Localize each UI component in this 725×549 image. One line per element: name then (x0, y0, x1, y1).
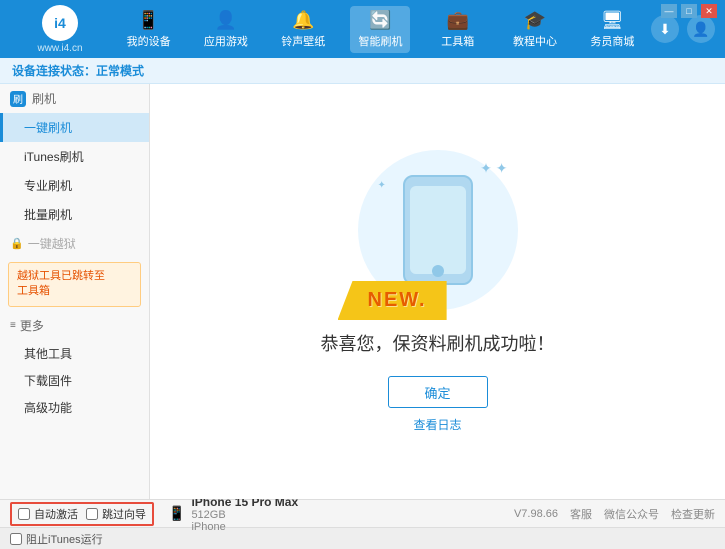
bottom-bar: 自动激活 跳过向导 📱 iPhone 15 Pro Max 512GB iPho… (0, 499, 725, 527)
check-update-button[interactable]: 检查更新 (671, 506, 715, 522)
logo-icon: i4 (42, 5, 78, 41)
log-link[interactable]: 查看日志 (413, 416, 461, 433)
phone-screen (410, 186, 466, 274)
version-label: V7.98.66 (514, 508, 558, 520)
sidebar-item-advanced[interactable]: 高级功能 (0, 394, 149, 421)
sidebar-item-one-click-flash[interactable]: 一键刷机 (0, 113, 149, 142)
status-mode: 正常模式 (96, 64, 144, 78)
nav-items: 📱 我的设备 👤 应用游戏 🔔 铃声壁纸 🔄 智能刷机 💼 工具箱 🎓 教程中心… (110, 6, 651, 53)
guide-label: 跳过向导 (102, 506, 146, 522)
phone-home-button (432, 265, 444, 277)
close-button[interactable]: ✕ (701, 4, 717, 18)
guide-checkbox[interactable] (86, 508, 98, 520)
nav-my-device-label: 我的设备 (127, 33, 171, 49)
sidebar: 刷 刷机 一键刷机 iTunes刷机 专业刷机 批量刷机 🔒 一键越狱 越狱工具… (0, 84, 150, 499)
bottom-right: V7.98.66 客服 微信公众号 检查更新 (514, 506, 715, 522)
sidebar-disabled-jailbreak: 🔒 一键越狱 (0, 229, 149, 258)
logo-area: i4 www.i4.cn (10, 5, 110, 54)
flash-section-label: 刷机 (32, 90, 56, 107)
sparkle2-icon: ✦ (378, 180, 386, 191)
sidebar-item-other-tools[interactable]: 其他工具 (0, 340, 149, 367)
nav-toolbox-label: 工具箱 (441, 33, 474, 49)
nav-service-label: 务员商城 (590, 33, 634, 49)
apps-games-icon: 👤 (215, 10, 237, 31)
auto-activate-label: 自动激活 (34, 506, 78, 522)
nav-service[interactable]: 🖥 务员商城 (582, 6, 642, 53)
tutorial-icon: 🎓 (524, 10, 546, 31)
device-icon: 📱 (168, 505, 185, 522)
maximize-button[interactable]: □ (681, 4, 697, 18)
content-area: ✦ ✦ ✦ NEW. 恭喜您，保资料刷机成功啦！ 确定 查看日志 (150, 84, 725, 499)
success-illustration: ✦ ✦ ✦ NEW. 恭喜您，保资料刷机成功啦！ 确定 查看日志 (321, 150, 555, 433)
nav-smart-flash[interactable]: 🔄 智能刷机 (350, 6, 410, 53)
itunes-checkbox[interactable] (10, 533, 22, 545)
auto-activate-area: 自动激活 跳过向导 (10, 502, 154, 526)
main-layout: 刷 刷机 一键刷机 iTunes刷机 专业刷机 批量刷机 🔒 一键越狱 越狱工具… (0, 84, 725, 499)
nav-ringtones[interactable]: 🔔 铃声壁纸 (273, 6, 333, 53)
nav-tutorial[interactable]: 🎓 教程中心 (505, 6, 565, 53)
flash-section-icon: 刷 (10, 91, 26, 107)
new-badge-text: NEW. (368, 289, 427, 311)
service-icon: 🖥 (601, 10, 624, 31)
new-ribbon: NEW. (338, 281, 447, 320)
sparkle-icon: ✦ ✦ (480, 160, 507, 177)
nav-apps-games-label: 应用游戏 (204, 33, 248, 49)
minimize-button[interactable]: — (661, 4, 677, 18)
itunes-label: 阻止iTunes运行 (26, 531, 103, 547)
toolbox-icon: 💼 (447, 10, 469, 31)
sidebar-item-itunes-flash[interactable]: iTunes刷机 (0, 142, 149, 171)
nav-toolbox[interactable]: 💼 工具箱 (428, 6, 488, 53)
auto-activate-checkbox[interactable] (18, 508, 30, 520)
download-button[interactable]: ⬇ (651, 15, 679, 43)
confirm-button[interactable]: 确定 (388, 376, 488, 408)
success-message: 恭喜您，保资料刷机成功啦！ (321, 330, 555, 356)
my-device-icon: 📱 (137, 10, 159, 31)
sidebar-item-download-firmware[interactable]: 下载固件 (0, 367, 149, 394)
ringtones-icon: 🔔 (292, 10, 314, 31)
user-button[interactable]: 👤 (687, 15, 715, 43)
wechat-button[interactable]: 微信公众号 (604, 506, 659, 522)
sidebar-section-flash: 刷 刷机 (0, 84, 149, 113)
sidebar-item-batch-flash[interactable]: 批量刷机 (0, 200, 149, 229)
top-nav-bar: i4 www.i4.cn 📱 我的设备 👤 应用游戏 🔔 铃声壁纸 🔄 智能刷机… (0, 0, 725, 58)
smart-flash-icon: 🔄 (369, 10, 391, 31)
phone-image (403, 175, 473, 285)
nav-my-device[interactable]: 📱 我的设备 (119, 6, 179, 53)
top-right-controls: ⬇ 👤 (651, 15, 715, 43)
sidebar-item-pro-flash[interactable]: 专业刷机 (0, 171, 149, 200)
logo-subtitle: www.i4.cn (37, 43, 82, 54)
nav-tutorial-label: 教程中心 (513, 33, 557, 49)
nav-ringtones-label: 铃声壁纸 (281, 33, 325, 49)
status-prefix: 设备连接状态： (12, 64, 96, 78)
sidebar-notice: 越狱工具已跳转至工具箱 (8, 262, 141, 307)
sidebar-more-header: ≡ 更多 (0, 311, 149, 340)
nav-smart-flash-label: 智能刷机 (358, 33, 402, 49)
status-bar: 设备连接状态：正常模式 (0, 58, 725, 84)
client-button[interactable]: 客服 (570, 506, 592, 522)
device-storage: 512GB (191, 509, 298, 521)
phone-circle: ✦ ✦ ✦ NEW. (358, 150, 518, 310)
nav-apps-games[interactable]: 👤 应用游戏 (196, 6, 256, 53)
